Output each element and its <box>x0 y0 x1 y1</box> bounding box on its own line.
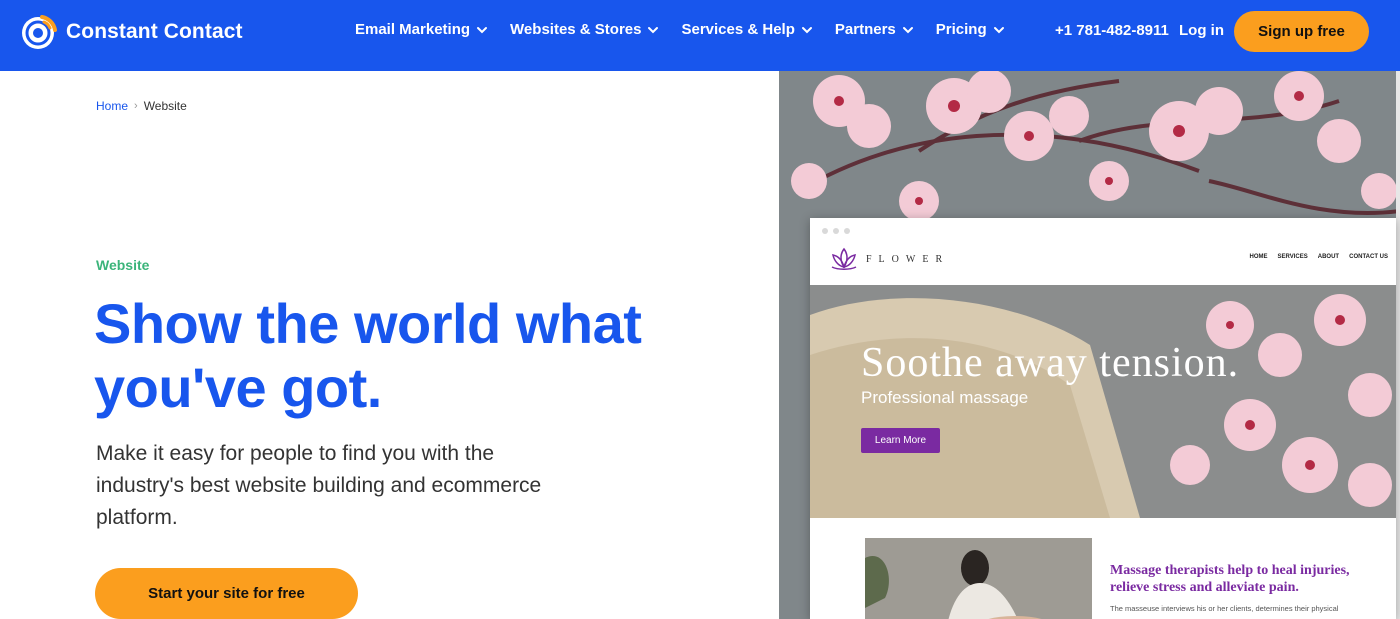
main-menu: Email Marketing Websites & Stores Servic… <box>355 21 1005 38</box>
preview-hero-banner: Soothe away tension. Professional massag… <box>810 285 1396 518</box>
login-link[interactable]: Log in <box>1179 22 1224 39</box>
start-site-button[interactable]: Start your site for free <box>95 568 358 619</box>
preview-section-heading: Massage therapists help to heal injuries… <box>1110 563 1350 595</box>
preview-menu-about[interactable]: ABOUT <box>1318 254 1339 260</box>
website-preview: FLOWER HOME SERVICES ABOUT CONTACT US So… <box>810 218 1396 619</box>
lotus-icon <box>831 247 857 270</box>
brand-link[interactable]: Constant Contact <box>20 13 243 51</box>
preview-site-logo: FLOWER <box>828 246 949 272</box>
breadcrumb-separator: › <box>134 100 138 112</box>
preview-hero-title: Soothe away tension. <box>861 340 1240 386</box>
chevron-down-icon <box>477 26 488 33</box>
chevron-down-icon <box>993 26 1004 33</box>
preview-menu-home[interactable]: HOME <box>1250 254 1268 260</box>
nav-partners-label: Partners <box>834 21 896 38</box>
preview-massage-photo <box>865 538 1092 619</box>
top-navigation: Constant Contact Email Marketing Website… <box>0 0 1400 71</box>
nav-pricing-label: Pricing <box>935 21 987 38</box>
page-title: Show the world what you've got. <box>94 292 642 419</box>
constant-contact-logo-icon <box>22 15 57 49</box>
window-dot <box>822 228 828 234</box>
chevron-down-icon <box>648 26 659 33</box>
section-eyebrow: Website <box>96 257 150 273</box>
nav-email-marketing-label: Email Marketing <box>355 21 471 38</box>
preview-site-menu: HOME SERVICES ABOUT CONTACT US <box>1250 254 1388 260</box>
nav-partners[interactable]: Partners <box>835 21 914 38</box>
window-dot <box>844 228 850 234</box>
preview-menu-contact[interactable]: CONTACT US <box>1349 254 1388 260</box>
nav-websites-stores[interactable]: Websites & Stores <box>510 21 659 38</box>
chevron-down-icon <box>902 26 913 33</box>
nav-websites-stores-label: Websites & Stores <box>510 21 642 38</box>
breadcrumb-current: Website <box>143 99 187 113</box>
window-dot <box>833 228 839 234</box>
massage-therapist-image <box>865 538 1092 619</box>
chevron-down-icon <box>801 26 812 33</box>
hero-subtitle: Make it easy for people to find you with… <box>96 442 542 529</box>
nav-services-help[interactable]: Services & Help <box>681 21 812 38</box>
signup-button[interactable]: Sign up free <box>1234 11 1369 52</box>
phone-link[interactable]: +1 781-482-8911 <box>1055 22 1169 39</box>
brand-name: Constant Contact <box>66 20 243 43</box>
breadcrumb: Home › Website <box>96 99 187 113</box>
preview-site-name: FLOWER <box>866 253 950 265</box>
scrollbar[interactable] <box>1396 71 1400 619</box>
preview-learn-more-button[interactable]: Learn More <box>861 428 940 453</box>
scrollbar-track[interactable] <box>1388 0 1400 71</box>
nav-email-marketing[interactable]: Email Marketing <box>355 21 488 38</box>
preview-section-body: The masseuse interviews his or her clien… <box>1110 604 1339 613</box>
window-dots <box>822 228 850 234</box>
nav-services-help-label: Services & Help <box>681 21 795 38</box>
preview-menu-services[interactable]: SERVICES <box>1278 254 1308 260</box>
preview-hero-subtitle: Professional massage <box>861 388 1029 407</box>
breadcrumb-home-link[interactable]: Home <box>96 99 128 113</box>
nav-pricing[interactable]: Pricing <box>936 21 1005 38</box>
